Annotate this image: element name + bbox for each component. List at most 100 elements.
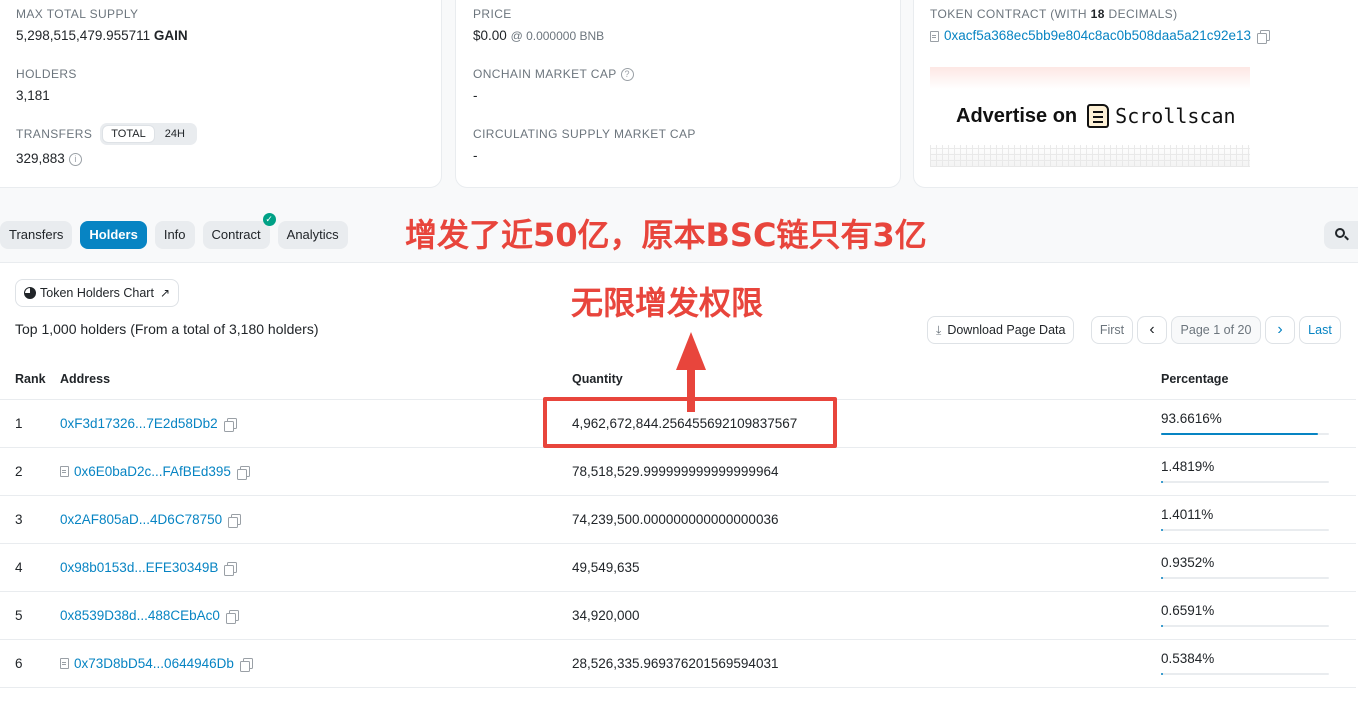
col-address: Address <box>60 360 572 400</box>
annotation-line1: 增发了近50亿，原本BSC链只有3亿 <box>405 216 927 254</box>
token-symbol: GAIN <box>153 28 188 43</box>
transfers-label: TRANSFERS <box>16 127 93 141</box>
tab-contract-label: Contract <box>211 227 261 242</box>
percentage-bar-fill <box>1161 433 1319 435</box>
percentage-value: 1.4011% <box>1161 507 1214 522</box>
price-label: PRICE <box>473 7 512 21</box>
address-cell: 0x98b0153d...EFE30349B <box>60 543 572 592</box>
percentage-bar <box>1161 577 1329 579</box>
transfers-value-row: 329,883 i <box>16 151 197 166</box>
percentage-bar-fill <box>1161 529 1164 531</box>
copy-icon[interactable] <box>239 657 253 672</box>
download-page-data-button[interactable]: ⤓ Download Page Data <box>927 316 1075 344</box>
contract-label-suffix: DECIMALS) <box>1108 7 1178 21</box>
table-row: 2 0x6E0baD2c...FAfBEd395 78,518,529.999999… <box>0 447 1356 496</box>
copy-icon[interactable] <box>228 513 242 528</box>
quantity-cell: 74,239,500.000000000000000036 <box>572 495 1161 544</box>
advertise-banner[interactable]: Advertise on Scrollscan <box>930 67 1250 167</box>
transfers-toggle-24h[interactable]: 24H <box>155 125 195 143</box>
rank-cell: 3 <box>0 495 60 544</box>
pagination-last[interactable]: Last <box>1299 316 1341 344</box>
contract-address-link[interactable]: 0xacf5a368ec5bb9e804c8ac0b508daa5a21c92e… <box>944 28 1251 43</box>
tab-info[interactable]: Info <box>154 221 195 249</box>
percentage-bar-fill <box>1161 577 1164 579</box>
quantity-cell: 49,549,635 <box>572 543 1161 592</box>
overview-card: MAX TOTAL SUPPLY 5,298,515,479.955711 GA… <box>0 0 442 188</box>
table-row: 5 0x8539D38d...488CEbAc0 34,920,000 0.6591% <box>0 591 1356 640</box>
transfers-toggle: TOTAL 24H <box>100 123 197 145</box>
pagination-next[interactable]: › <box>1265 316 1295 344</box>
percentage-value: 1.4819% <box>1161 459 1215 474</box>
tab-bar: Transfers Holders Info Contract ✓ Analyt… <box>0 213 348 249</box>
percentage-value: 0.9352% <box>1161 555 1215 570</box>
price-row: $0.00 @ 0.000000 BNB <box>473 28 604 43</box>
rank-cell: 4 <box>0 543 60 592</box>
pagination-prev[interactable]: ‹ <box>1137 316 1167 344</box>
onchain-cap-label-row: ONCHAIN MARKET CAP? <box>473 67 634 82</box>
transfers-value: 329,883 <box>16 151 65 166</box>
contract-file-icon <box>60 658 69 670</box>
max-supply-amount: 5,298,515,479.955711 <box>16 28 151 43</box>
holder-address-link[interactable]: 0x6E0baD2c...FAfBEd395 <box>74 464 231 479</box>
question-icon[interactable]: ? <box>620 68 634 82</box>
max-supply-value: 5,298,515,479.955711 GAIN <box>16 28 188 43</box>
quantity-cell: 28,526,335.969376201569594031 <box>572 639 1161 688</box>
info-icon[interactable]: i <box>68 152 82 166</box>
percentage-bar <box>1161 673 1329 675</box>
holders-value: 3,181 <box>16 88 50 103</box>
percentage-bar <box>1161 433 1329 435</box>
percentage-bar-fill <box>1161 673 1164 675</box>
percentage-bar <box>1161 529 1329 531</box>
copy-icon[interactable] <box>1257 30 1271 45</box>
rank-cell: 1 <box>0 399 60 448</box>
address-cell: 0x8539D38d...488CEbAc0 <box>60 591 572 640</box>
copy-icon[interactable] <box>224 561 238 576</box>
tab-contract[interactable]: Contract ✓ <box>202 213 276 249</box>
rank-cell: 2 <box>0 447 60 496</box>
percentage-value: 0.5384% <box>1161 651 1215 666</box>
tab-transfers[interactable]: Transfers <box>0 221 73 249</box>
copy-icon[interactable] <box>225 609 239 624</box>
col-rank: Rank <box>0 360 60 400</box>
contract-card: TOKEN CONTRACT (WITH 18 DECIMALS) 0xacf5… <box>913 0 1358 188</box>
search-button[interactable] <box>1324 221 1358 249</box>
table-row: 3 0x2AF805aD...4D6C78750 74,239,500.000000… <box>0 495 1356 544</box>
holder-address-link[interactable]: 0x8539D38d...488CEbAc0 <box>60 608 220 623</box>
holder-address-link[interactable]: 0x2AF805aD...4D6C78750 <box>60 512 222 527</box>
address-cell: 0x6E0baD2c...FAfBEd395 <box>60 447 572 496</box>
annotation-line2: 无限增发权限 <box>571 284 764 322</box>
contract-address-row: 0xacf5a368ec5bb9e804c8ac0b508daa5a21c92e… <box>930 28 1271 45</box>
verified-check-icon: ✓ <box>262 213 276 226</box>
circ-cap-value: - <box>473 148 478 163</box>
annotation-highlight-box <box>543 397 837 448</box>
price-bnb: @ 0.000000 BNB <box>510 29 605 43</box>
copy-icon[interactable] <box>223 417 237 432</box>
advertise-brand: Scrollscan <box>1115 104 1236 128</box>
market-card: PRICE $0.00 @ 0.000000 BNB ONCHAIN MARKE… <box>455 0 901 188</box>
rank-cell: 5 <box>0 591 60 640</box>
chart-button-label: Token Holders Chart <box>40 286 154 300</box>
quantity-cell: 34,920,000 <box>572 591 1161 640</box>
transfers-toggle-total[interactable]: TOTAL <box>102 125 155 143</box>
tab-analytics[interactable]: Analytics <box>277 221 348 249</box>
address-cell: 0x73D8bD54...0644946Db <box>60 639 572 688</box>
quantity-cell: 78,518,529.999999999999999964 <box>572 447 1161 496</box>
percentage-value: 93.6616% <box>1161 411 1222 426</box>
contract-decimals: 18 <box>1090 7 1105 21</box>
pagination-first[interactable]: First <box>1091 316 1133 344</box>
table-row: 6 0x73D8bD54...0644946Db 28,526,335.969376… <box>0 639 1356 688</box>
tab-holders[interactable]: Holders <box>80 221 147 249</box>
holder-address-link[interactable]: 0x73D8bD54...0644946Db <box>74 656 234 671</box>
max-supply-label: MAX TOTAL SUPPLY <box>16 7 139 21</box>
holder-address-link[interactable]: 0x98b0153d...EFE30349B <box>60 560 218 575</box>
onchain-cap-value: - <box>473 88 478 104</box>
percentage-bar <box>1161 481 1329 483</box>
copy-icon[interactable] <box>236 465 250 480</box>
contract-file-icon <box>930 30 939 42</box>
holder-address-link[interactable]: 0xF3d17326...7E2d58Db2 <box>60 416 218 431</box>
table-row: 4 0x98b0153d...EFE30349B 49,549,635 0.9352% <box>0 543 1356 592</box>
col-percentage: Percentage <box>1161 360 1356 400</box>
token-holders-chart-button[interactable]: Token Holders Chart ↗ <box>15 279 180 307</box>
percentage-cell: 93.6616% <box>1161 399 1356 448</box>
percentage-cell: 1.4011% <box>1161 495 1356 544</box>
